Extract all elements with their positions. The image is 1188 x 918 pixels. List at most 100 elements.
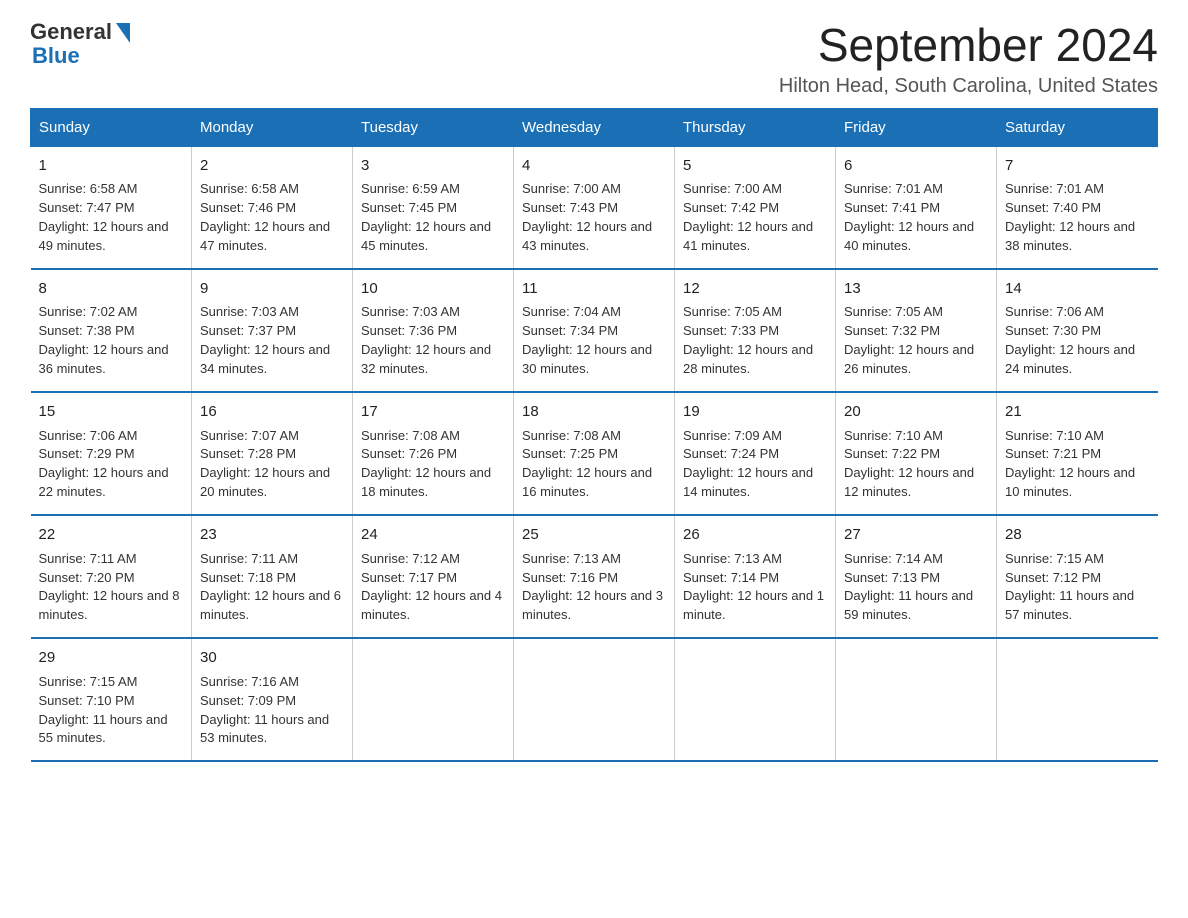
day-info: Sunrise: 7:10 AMSunset: 7:22 PMDaylight:… xyxy=(844,427,988,502)
calendar-cell: 17 Sunrise: 7:08 AMSunset: 7:26 PMDayligh… xyxy=(353,392,514,515)
calendar-cell: 1 Sunrise: 6:58 AMSunset: 7:47 PMDaylight… xyxy=(31,146,192,269)
calendar-cell: 20 Sunrise: 7:10 AMSunset: 7:22 PMDayligh… xyxy=(836,392,997,515)
logo: General Blue xyxy=(30,20,130,68)
day-number: 3 xyxy=(361,155,505,177)
logo-arrow-icon xyxy=(116,23,130,43)
calendar-cell xyxy=(514,638,675,761)
day-info: Sunrise: 7:00 AMSunset: 7:43 PMDaylight:… xyxy=(522,180,666,255)
day-number: 2 xyxy=(200,155,344,177)
day-info: Sunrise: 7:10 AMSunset: 7:21 PMDaylight:… xyxy=(1005,427,1150,502)
title-block: September 2024 Hilton Head, South Caroli… xyxy=(779,20,1158,98)
calendar-cell: 14 Sunrise: 7:06 AMSunset: 7:30 PMDayligh… xyxy=(997,269,1158,392)
calendar-cell: 25 Sunrise: 7:13 AMSunset: 7:16 PMDayligh… xyxy=(514,515,675,638)
calendar-cell xyxy=(353,638,514,761)
day-info: Sunrise: 7:08 AMSunset: 7:26 PMDaylight:… xyxy=(361,427,505,502)
calendar-cell: 23 Sunrise: 7:11 AMSunset: 7:18 PMDayligh… xyxy=(192,515,353,638)
calendar-cell: 16Sunrise: 7:07 AMSunset: 7:28 PMDayligh… xyxy=(192,392,353,515)
day-info: Sunrise: 7:13 AMSunset: 7:16 PMDaylight:… xyxy=(522,550,666,625)
day-info: Sunrise: 7:16 AMSunset: 7:09 PMDaylight:… xyxy=(200,673,344,748)
day-number: 1 xyxy=(39,155,184,177)
location-title: Hilton Head, South Carolina, United Stat… xyxy=(779,75,1158,98)
day-number: 6 xyxy=(844,155,988,177)
day-info: Sunrise: 7:06 AMSunset: 7:30 PMDaylight:… xyxy=(1005,303,1150,378)
day-info: Sunrise: 7:04 AMSunset: 7:34 PMDaylight:… xyxy=(522,303,666,378)
calendar-cell: 3 Sunrise: 6:59 AMSunset: 7:45 PMDaylight… xyxy=(353,146,514,269)
day-number: 27 xyxy=(844,524,988,546)
day-info: Sunrise: 7:11 AMSunset: 7:20 PMDaylight:… xyxy=(39,550,184,625)
calendar-week-row: 8Sunrise: 7:02 AMSunset: 7:38 PMDaylight… xyxy=(31,269,1158,392)
day-number: 13 xyxy=(844,278,988,300)
day-number: 16 xyxy=(200,401,344,423)
day-number: 14 xyxy=(1005,278,1150,300)
day-info: Sunrise: 7:12 AMSunset: 7:17 PMDaylight:… xyxy=(361,550,505,625)
calendar-cell: 11 Sunrise: 7:04 AMSunset: 7:34 PMDayligh… xyxy=(514,269,675,392)
day-info: Sunrise: 7:15 AMSunset: 7:10 PMDaylight:… xyxy=(39,673,184,748)
day-info: Sunrise: 7:11 AMSunset: 7:18 PMDaylight:… xyxy=(200,550,344,625)
calendar-cell: 18 Sunrise: 7:08 AMSunset: 7:25 PMDayligh… xyxy=(514,392,675,515)
day-info: Sunrise: 7:00 AMSunset: 7:42 PMDaylight:… xyxy=(683,180,827,255)
day-info: Sunrise: 7:14 AMSunset: 7:13 PMDaylight:… xyxy=(844,550,988,625)
day-info: Sunrise: 7:06 AMSunset: 7:29 PMDaylight:… xyxy=(39,427,184,502)
day-info: Sunrise: 7:09 AMSunset: 7:24 PMDaylight:… xyxy=(683,427,827,502)
day-number: 29 xyxy=(39,647,184,669)
calendar-week-row: 15 Sunrise: 7:06 AMSunset: 7:29 PMDayligh… xyxy=(31,392,1158,515)
calendar-table: SundayMondayTuesdayWednesdayThursdayFrid… xyxy=(30,108,1158,763)
logo-general-text: General xyxy=(30,20,112,44)
day-number: 20 xyxy=(844,401,988,423)
header-saturday: Saturday xyxy=(997,108,1158,146)
logo-blue-text: Blue xyxy=(30,44,80,68)
calendar-cell xyxy=(836,638,997,761)
day-info: Sunrise: 6:58 AMSunset: 7:47 PMDaylight:… xyxy=(39,180,184,255)
day-number: 7 xyxy=(1005,155,1150,177)
day-info: Sunrise: 7:01 AMSunset: 7:40 PMDaylight:… xyxy=(1005,180,1150,255)
calendar-week-row: 22Sunrise: 7:11 AMSunset: 7:20 PMDayligh… xyxy=(31,515,1158,638)
day-info: Sunrise: 7:05 AMSunset: 7:32 PMDaylight:… xyxy=(844,303,988,378)
day-number: 23 xyxy=(200,524,344,546)
day-number: 5 xyxy=(683,155,827,177)
day-info: Sunrise: 7:03 AMSunset: 7:37 PMDaylight:… xyxy=(200,303,344,378)
header-tuesday: Tuesday xyxy=(353,108,514,146)
day-info: Sunrise: 7:15 AMSunset: 7:12 PMDaylight:… xyxy=(1005,550,1150,625)
calendar-cell xyxy=(997,638,1158,761)
day-number: 9 xyxy=(200,278,344,300)
calendar-cell: 6 Sunrise: 7:01 AMSunset: 7:41 PMDaylight… xyxy=(836,146,997,269)
header-monday: Monday xyxy=(192,108,353,146)
calendar-cell: 12Sunrise: 7:05 AMSunset: 7:33 PMDayligh… xyxy=(675,269,836,392)
calendar-cell: 15 Sunrise: 7:06 AMSunset: 7:29 PMDayligh… xyxy=(31,392,192,515)
calendar-cell: 30 Sunrise: 7:16 AMSunset: 7:09 PMDayligh… xyxy=(192,638,353,761)
calendar-cell xyxy=(675,638,836,761)
calendar-cell: 26Sunrise: 7:13 AMSunset: 7:14 PMDayligh… xyxy=(675,515,836,638)
calendar-cell: 2Sunrise: 6:58 AMSunset: 7:46 PMDaylight… xyxy=(192,146,353,269)
day-number: 18 xyxy=(522,401,666,423)
calendar-cell: 13 Sunrise: 7:05 AMSunset: 7:32 PMDayligh… xyxy=(836,269,997,392)
header-friday: Friday xyxy=(836,108,997,146)
header-thursday: Thursday xyxy=(675,108,836,146)
day-number: 12 xyxy=(683,278,827,300)
calendar-cell: 22Sunrise: 7:11 AMSunset: 7:20 PMDayligh… xyxy=(31,515,192,638)
calendar-cell: 4 Sunrise: 7:00 AMSunset: 7:43 PMDaylight… xyxy=(514,146,675,269)
day-info: Sunrise: 7:03 AMSunset: 7:36 PMDaylight:… xyxy=(361,303,505,378)
day-number: 15 xyxy=(39,401,184,423)
calendar-cell: 24 Sunrise: 7:12 AMSunset: 7:17 PMDayligh… xyxy=(353,515,514,638)
day-info: Sunrise: 6:59 AMSunset: 7:45 PMDaylight:… xyxy=(361,180,505,255)
page-header: General Blue September 2024 Hilton Head,… xyxy=(30,20,1158,98)
day-info: Sunrise: 7:13 AMSunset: 7:14 PMDaylight:… xyxy=(683,550,827,625)
day-number: 10 xyxy=(361,278,505,300)
calendar-cell: 7 Sunrise: 7:01 AMSunset: 7:40 PMDaylight… xyxy=(997,146,1158,269)
calendar-cell: 10 Sunrise: 7:03 AMSunset: 7:36 PMDayligh… xyxy=(353,269,514,392)
day-number: 19 xyxy=(683,401,827,423)
calendar-cell: 8Sunrise: 7:02 AMSunset: 7:38 PMDaylight… xyxy=(31,269,192,392)
day-number: 11 xyxy=(522,278,666,300)
calendar-cell: 28Sunrise: 7:15 AMSunset: 7:12 PMDayligh… xyxy=(997,515,1158,638)
calendar-week-row: 29 Sunrise: 7:15 AMSunset: 7:10 PMDayligh… xyxy=(31,638,1158,761)
day-number: 30 xyxy=(200,647,344,669)
day-info: Sunrise: 7:01 AMSunset: 7:41 PMDaylight:… xyxy=(844,180,988,255)
header-sunday: Sunday xyxy=(31,108,192,146)
day-number: 25 xyxy=(522,524,666,546)
calendar-cell: 27 Sunrise: 7:14 AMSunset: 7:13 PMDayligh… xyxy=(836,515,997,638)
day-number: 21 xyxy=(1005,401,1150,423)
day-number: 17 xyxy=(361,401,505,423)
day-info: Sunrise: 7:08 AMSunset: 7:25 PMDaylight:… xyxy=(522,427,666,502)
day-number: 4 xyxy=(522,155,666,177)
day-number: 24 xyxy=(361,524,505,546)
